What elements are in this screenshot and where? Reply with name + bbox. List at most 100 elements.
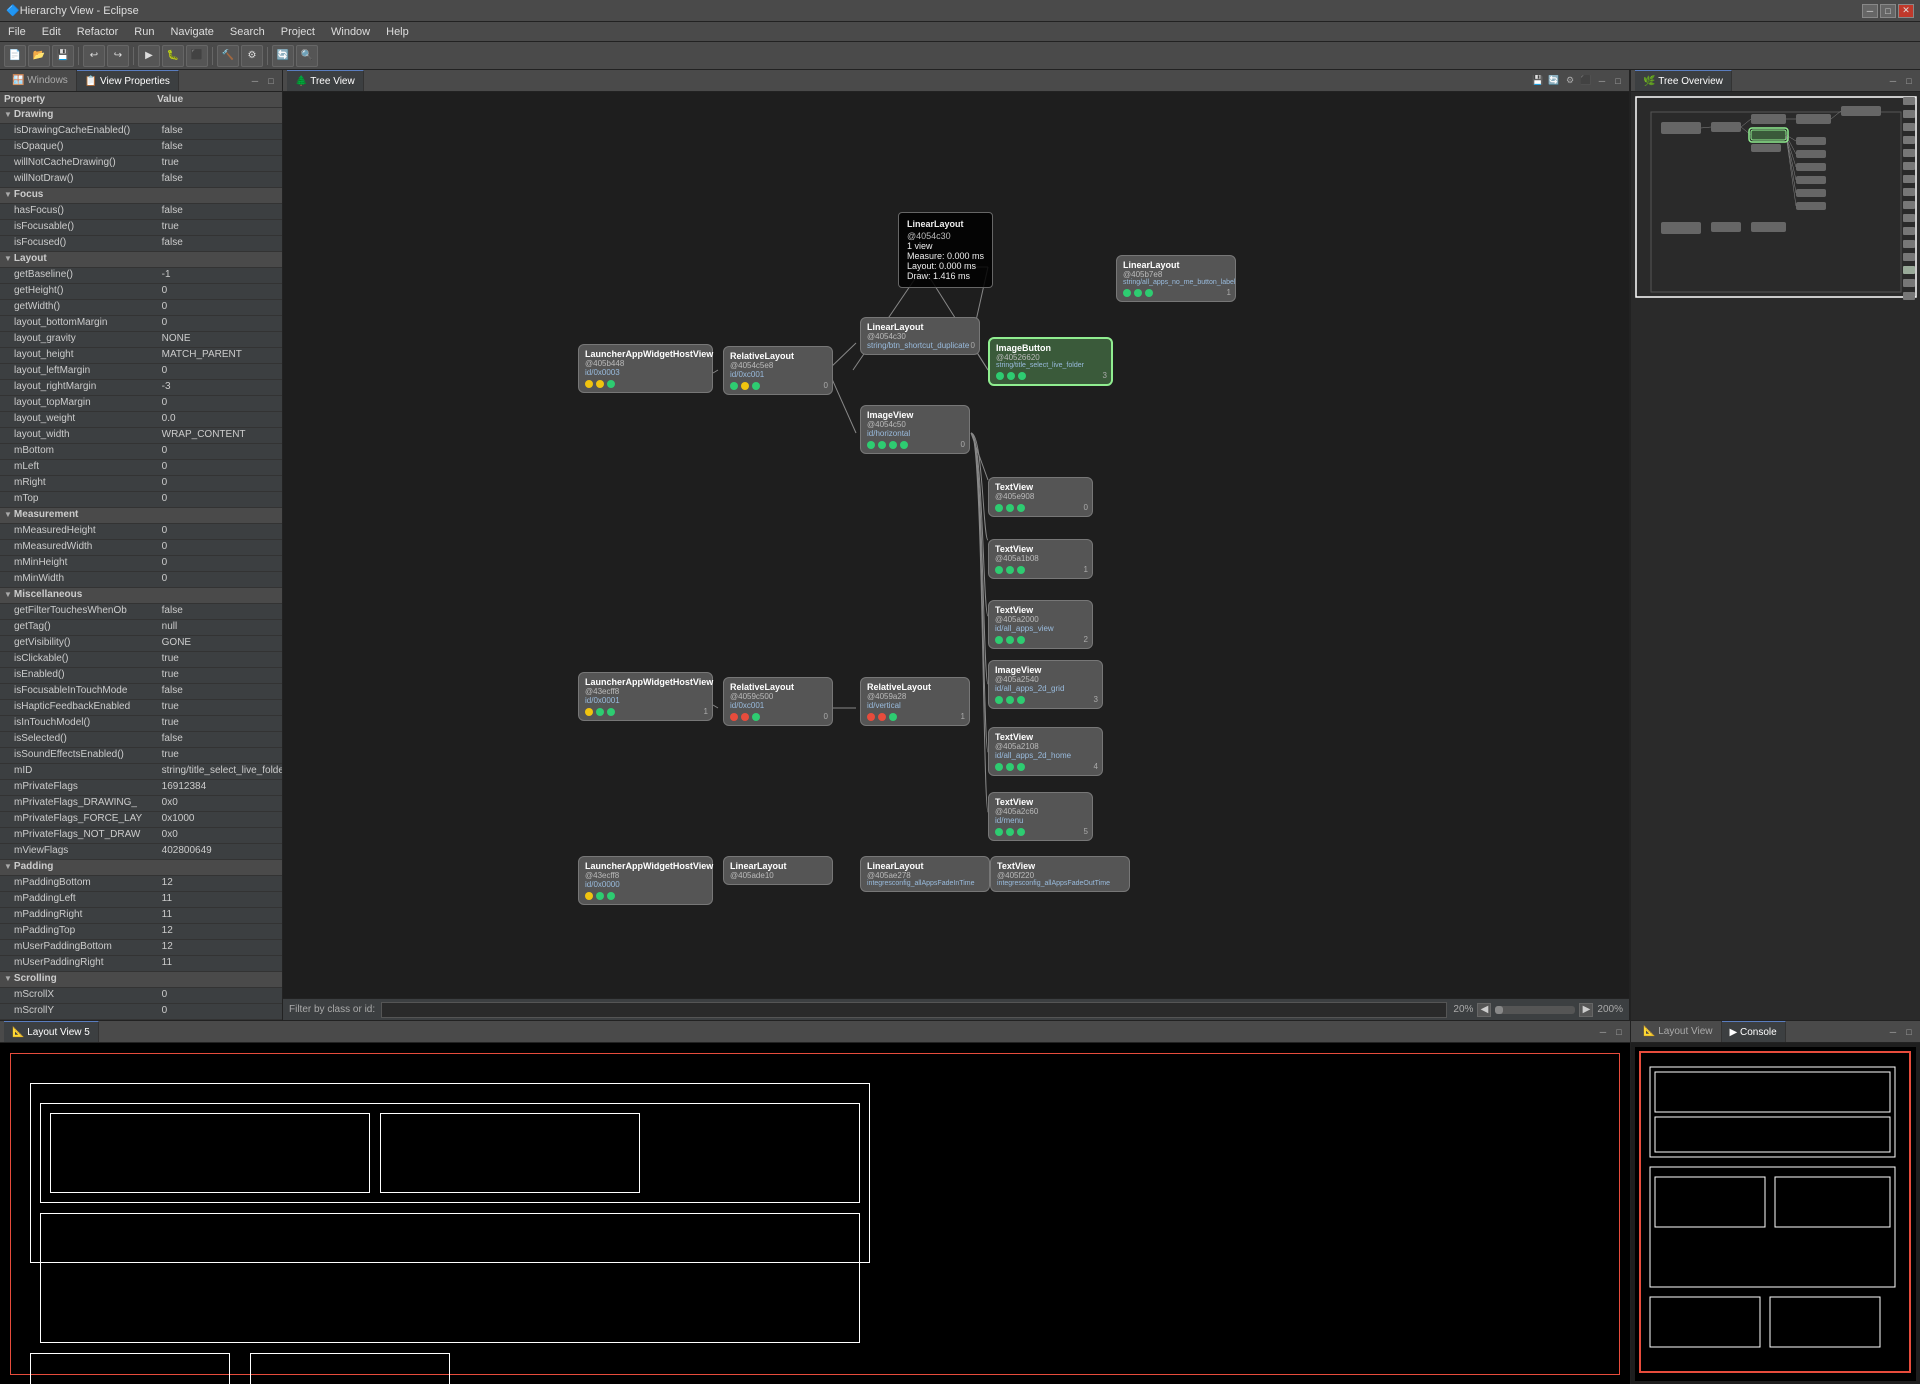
tb-redo[interactable]: ↪ (107, 45, 129, 67)
tree-canvas[interactable]: LinearLayout @4054c30 1 view Measure: 0.… (283, 92, 1629, 998)
tb-build[interactable]: 🔨 (217, 45, 239, 67)
prop-layout-bottomMargin[interactable]: layout_bottomMargin 0 (0, 316, 282, 332)
prop-isSelected[interactable]: isSelected() false (0, 732, 282, 748)
prop-isHapticFeedback[interactable]: isHapticFeedbackEnabled true (0, 700, 282, 716)
maximize-panel-btn[interactable]: □ (264, 74, 278, 88)
tb-search[interactable]: 🔍 (296, 45, 318, 67)
tree-refresh-btn[interactable]: 🔄 (1547, 74, 1561, 88)
group-misc[interactable]: ▼Miscellaneous (0, 588, 282, 604)
tree-node-19[interactable]: TextView @405f220 integresconfig_allApps… (990, 856, 1130, 892)
tb-new[interactable]: 📄 (4, 45, 26, 67)
group-scrolling[interactable]: ▼Scrolling (0, 972, 282, 988)
tree-node-6[interactable]: ImageView @4054c50 id/horizontal 0 (860, 405, 970, 454)
prop-mTop[interactable]: mTop 0 (0, 492, 282, 508)
tree-node-5[interactable]: ImageButton @40526620 string/title_selec… (988, 337, 1113, 386)
overview-minimize[interactable]: ─ (1886, 74, 1900, 88)
tree-node-16[interactable]: LauncherAppWidgetHostView @43ecff8 id/0x… (578, 856, 713, 905)
overview-maximize[interactable]: □ (1902, 74, 1916, 88)
prop-layout-width[interactable]: layout_width WRAP_CONTENT (0, 428, 282, 444)
prop-layout-gravity[interactable]: layout_gravity NONE (0, 332, 282, 348)
prop-mPaddingLeft[interactable]: mPaddingLeft 11 (0, 892, 282, 908)
tree-node-9[interactable]: TextView @405a2000 id/all_apps_view 2 (988, 600, 1093, 649)
prop-layout-height[interactable]: layout_height MATCH_PARENT (0, 348, 282, 364)
prop-mPrivateFlags-NOT[interactable]: mPrivateFlags_NOT_DRAW 0x0 (0, 828, 282, 844)
prop-mScrollX[interactable]: mScrollX 0 (0, 988, 282, 1004)
group-layout[interactable]: ▼Layout (0, 252, 282, 268)
tab-tree-overview[interactable]: 🌿 Tree Overview (1635, 70, 1732, 91)
menu-run[interactable]: Run (126, 24, 162, 40)
menu-navigate[interactable]: Navigate (162, 24, 221, 40)
prop-mScrollY[interactable]: mScrollY 0 (0, 1004, 282, 1020)
prop-willNotCacheDrawing[interactable]: willNotCacheDrawing() true (0, 156, 282, 172)
prop-getBaseline[interactable]: getBaseline() -1 (0, 268, 282, 284)
tree-node-14[interactable]: RelativeLayout @4059c500 id/0xc001 0 (723, 677, 833, 726)
prop-layout-topMargin[interactable]: layout_topMargin 0 (0, 396, 282, 412)
prop-isInTouchModel[interactable]: isInTouchModel() true (0, 716, 282, 732)
prop-mUserPaddingBottom[interactable]: mUserPaddingBottom 12 (0, 940, 282, 956)
zoom-in-btn[interactable]: ◀ (1477, 1003, 1491, 1017)
console-content[interactable] (1631, 1043, 1920, 1384)
menu-help[interactable]: Help (378, 24, 417, 40)
layout-minimize[interactable]: ─ (1596, 1025, 1610, 1039)
prop-hasFocus[interactable]: hasFocus() false (0, 204, 282, 220)
close-button[interactable]: ✕ (1898, 4, 1914, 18)
tree-node-17[interactable]: LinearLayout @405ade10 (723, 856, 833, 885)
prop-isEnabled[interactable]: isEnabled() true (0, 668, 282, 684)
tb-run[interactable]: ▶ (138, 45, 160, 67)
prop-mPaddingTop[interactable]: mPaddingTop 12 (0, 924, 282, 940)
tree-node-12[interactable]: TextView @405a2c60 id/menu 5 (988, 792, 1093, 841)
prop-mPrivateFlags-FORCE[interactable]: mPrivateFlags_FORCE_LAY 0x1000 (0, 812, 282, 828)
prop-mPrivateFlags-DRAWING[interactable]: mPrivateFlags_DRAWING_ 0x0 (0, 796, 282, 812)
prop-isOpaque[interactable]: isOpaque() false (0, 140, 282, 156)
group-drawing[interactable]: ▼Drawing (0, 108, 282, 124)
prop-mMinWidth[interactable]: mMinWidth 0 (0, 572, 282, 588)
menu-edit[interactable]: Edit (34, 24, 69, 40)
tree-settings-btn[interactable]: ⚙ (1563, 74, 1577, 88)
group-focus[interactable]: ▼Focus (0, 188, 282, 204)
prop-mUserPaddingRight[interactable]: mUserPaddingRight 11 (0, 956, 282, 972)
tb-open[interactable]: 📂 (28, 45, 50, 67)
prop-mMeasuredWidth[interactable]: mMeasuredWidth 0 (0, 540, 282, 556)
tb-refresh[interactable]: 🔄 (272, 45, 294, 67)
tree-node-10[interactable]: ImageView @405a2540 id/all_apps_2d_grid … (988, 660, 1103, 709)
minimize-panel-btn[interactable]: ─ (248, 74, 262, 88)
tree-stop-btn[interactable]: ⬛ (1579, 74, 1593, 88)
tree-max-btn[interactable]: □ (1611, 74, 1625, 88)
prop-mPaddingRight[interactable]: mPaddingRight 11 (0, 908, 282, 924)
prop-getVisibility[interactable]: getVisibility() GONE (0, 636, 282, 652)
prop-mViewFlags[interactable]: mViewFlags 402800649 (0, 844, 282, 860)
filter-input[interactable] (381, 1002, 1447, 1018)
prop-layout-rightMargin[interactable]: layout_rightMargin -3 (0, 380, 282, 396)
tree-close-btn[interactable]: ─ (1595, 74, 1609, 88)
prop-mPaddingBottom[interactable]: mPaddingBottom 12 (0, 876, 282, 892)
prop-willNotDraw[interactable]: willNotDraw() false (0, 172, 282, 188)
maximize-button[interactable]: □ (1880, 4, 1896, 18)
prop-isClickable[interactable]: isClickable() true (0, 652, 282, 668)
tree-node-13[interactable]: LauncherAppWidgetHostView @43ecff8 id/0x… (578, 672, 713, 721)
prop-mLeft[interactable]: mLeft 0 (0, 460, 282, 476)
tree-node-18[interactable]: LinearLayout @405ae278 integresconfig_al… (860, 856, 990, 892)
prop-mMeasuredHeight[interactable]: mMeasuredHeight 0 (0, 524, 282, 540)
tb-save[interactable]: 💾 (52, 45, 74, 67)
tab-windows[interactable]: 🪟 Windows (4, 70, 77, 91)
tb-settings[interactable]: ⚙ (241, 45, 263, 67)
prop-mBottom[interactable]: mBottom 0 (0, 444, 282, 460)
tab-console[interactable]: ▶ Console (1722, 1021, 1786, 1042)
menu-search[interactable]: Search (222, 24, 273, 40)
zoom-out-btn[interactable]: ▶ (1579, 1003, 1593, 1017)
layout-maximize[interactable]: □ (1612, 1025, 1626, 1039)
prop-mRight[interactable]: mRight 0 (0, 476, 282, 492)
prop-getTag[interactable]: getTag() null (0, 620, 282, 636)
overview-canvas[interactable] (1631, 92, 1920, 1020)
prop-isSoundEffects[interactable]: isSoundEffectsEnabled() true (0, 748, 282, 764)
tab-layout-view-console[interactable]: 📐 Layout View (1635, 1021, 1722, 1042)
prop-isDrawingCacheEnabled[interactable]: isDrawingCacheEnabled() false (0, 124, 282, 140)
prop-getFilterTouches[interactable]: getFilterTouchesWhenOb false (0, 604, 282, 620)
prop-isFocusableInTouchMode[interactable]: isFocusableInTouchMode false (0, 684, 282, 700)
tab-view-properties[interactable]: 📋 View Properties (77, 70, 179, 91)
tab-layout-view[interactable]: 📐 Layout View 5 (4, 1021, 99, 1042)
prop-mID[interactable]: mID string/title_select_live_folder (0, 764, 282, 780)
prop-isFocused[interactable]: isFocused() false (0, 236, 282, 252)
prop-isFocusable[interactable]: isFocusable() true (0, 220, 282, 236)
tree-save-btn[interactable]: 💾 (1531, 74, 1545, 88)
